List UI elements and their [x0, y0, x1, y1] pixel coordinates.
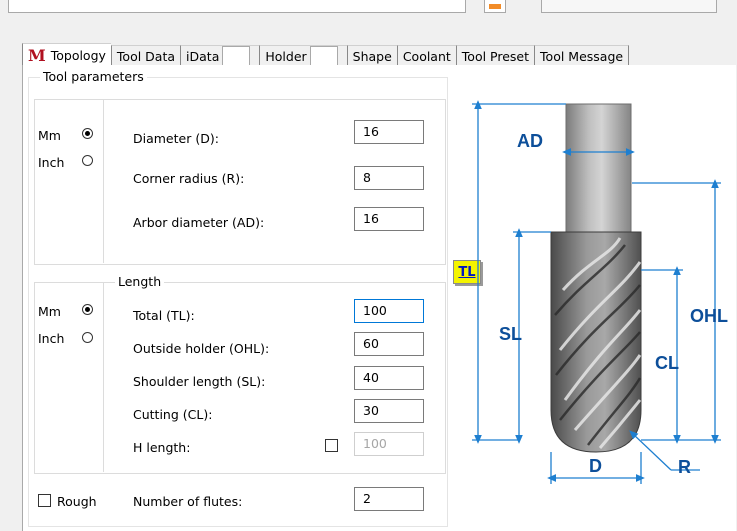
- end-mill-diagram: AD SL OHL CL D R: [472, 100, 728, 484]
- label-d: D: [589, 456, 602, 476]
- label-ad: AD: [517, 131, 543, 151]
- label-cl: CL: [655, 353, 679, 373]
- tool-flute-body: [550, 231, 642, 453]
- tool-shank: [565, 103, 632, 233]
- label-sl: SL: [499, 324, 522, 344]
- label-ohl: OHL: [690, 306, 728, 326]
- label-r: R: [678, 457, 691, 477]
